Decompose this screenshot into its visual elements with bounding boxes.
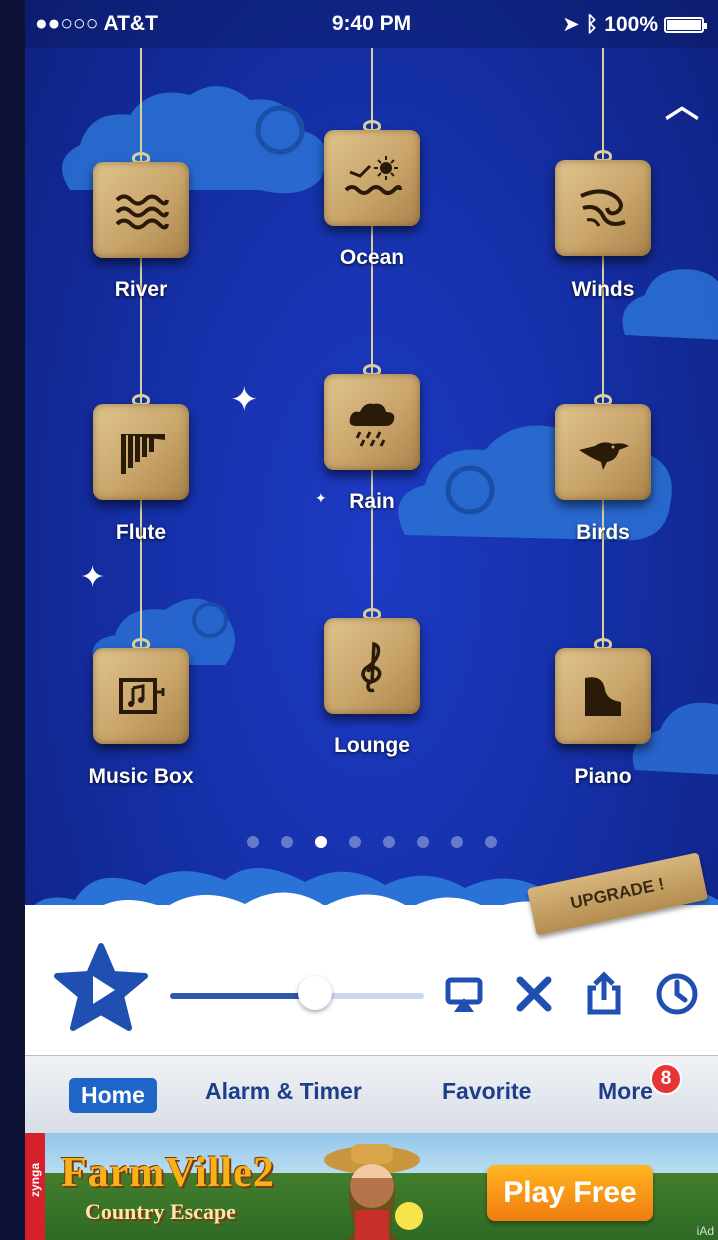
tab-home[interactable]: Home — [69, 1078, 157, 1113]
sound-label: River — [114, 278, 168, 301]
share-icon — [587, 971, 621, 1015]
app-screen: ✦ ✦ ✦ ●●○○○ AT&T 9:40 PM ➤ ᛒ 100% ︿ Rive… — [25, 0, 718, 1240]
sound-tile-piano[interactable] — [555, 648, 651, 744]
airplay-button[interactable] — [440, 970, 488, 1018]
ad-brand-label: zynga — [28, 1163, 42, 1198]
clock-icon — [656, 973, 698, 1015]
page-dot[interactable] — [485, 836, 497, 848]
volume-slider[interactable] — [170, 993, 424, 999]
ad-play-free-button[interactable]: Play Free — [487, 1165, 653, 1221]
sound-tile-birds[interactable] — [555, 404, 651, 500]
sparkle-icon: ✦ — [230, 381, 259, 419]
page-dot[interactable] — [315, 836, 327, 848]
page-indicator[interactable] — [247, 836, 497, 848]
page-dot[interactable] — [281, 836, 293, 848]
tab-more[interactable]: More — [598, 1078, 653, 1105]
sound-tile-river[interactable] — [93, 162, 189, 258]
share-button[interactable] — [580, 970, 628, 1018]
sound-label: Birds — [576, 521, 630, 544]
play-star-button[interactable] — [53, 942, 149, 1032]
battery-icon — [664, 16, 707, 33]
sun-waves-icon — [344, 156, 402, 195]
ad-subtitle: Country Escape — [85, 1199, 236, 1224]
iad-tag: iAd — [696, 1224, 714, 1238]
sound-tile-lounge[interactable] — [324, 618, 420, 714]
wind-swirl-icon — [580, 189, 626, 227]
status-bar: ●●○○○ AT&T 9:40 PM ➤ ᛒ 100% — [25, 0, 718, 48]
tab-favorite[interactable]: Favorite — [442, 1078, 531, 1105]
page-dot[interactable] — [417, 836, 429, 848]
sound-tile-rain[interactable] — [324, 374, 420, 470]
sparkle-icon: ✦ — [80, 561, 106, 594]
close-button[interactable] — [510, 970, 558, 1018]
page-dot[interactable] — [349, 836, 361, 848]
sound-label: Rain — [349, 490, 395, 513]
grand-piano-icon — [585, 677, 621, 716]
page-dot[interactable] — [451, 836, 463, 848]
status-right: ➤ ᛒ 100% — [562, 12, 707, 37]
sound-tile-flute[interactable] — [93, 404, 189, 500]
battery-percent: 100% — [604, 12, 658, 36]
music-box-icon — [119, 678, 165, 714]
more-badge: 8 — [650, 1063, 682, 1095]
bluetooth-icon: ᛒ — [585, 12, 599, 36]
ad-banner[interactable]: zynga FarmVille2 Country Escape Play Fre… — [25, 1133, 718, 1240]
sound-tile-winds[interactable] — [555, 160, 651, 256]
sound-label: Lounge — [334, 734, 410, 757]
page-dot[interactable] — [247, 836, 259, 848]
volume-slider-thumb[interactable] — [297, 976, 332, 1010]
hanging-string — [140, 48, 142, 648]
sound-tile-music-box[interactable] — [93, 648, 189, 744]
sound-label: Piano — [574, 765, 632, 788]
sound-tile-ocean[interactable] — [324, 130, 420, 226]
bird-icon — [579, 442, 629, 470]
location-icon: ➤ — [562, 13, 580, 36]
sound-label: Flute — [115, 521, 167, 544]
sound-label: Music Box — [88, 765, 194, 788]
rain-cloud-icon — [349, 403, 395, 447]
pan-flute-icon — [119, 434, 165, 474]
airplay-icon — [445, 977, 483, 1012]
treble-clef-icon — [361, 641, 382, 693]
chevron-up-icon[interactable]: ︿ — [664, 88, 700, 124]
hanging-string — [602, 48, 604, 648]
sound-label: Winds — [571, 278, 635, 301]
tab-bar: Home Alarm & Timer Favorite More — [25, 1055, 718, 1134]
page-dot[interactable] — [383, 836, 395, 848]
timer-button[interactable] — [653, 970, 701, 1018]
waves-icon — [115, 194, 169, 230]
tab-alarm-timer[interactable]: Alarm & Timer — [205, 1078, 362, 1105]
ad-character-illustration — [324, 1144, 423, 1240]
ad-title: FarmVille2 — [61, 1150, 275, 1196]
sound-label: Ocean — [339, 246, 405, 269]
volume-slider-fill — [170, 993, 315, 999]
close-icon — [516, 976, 552, 1012]
